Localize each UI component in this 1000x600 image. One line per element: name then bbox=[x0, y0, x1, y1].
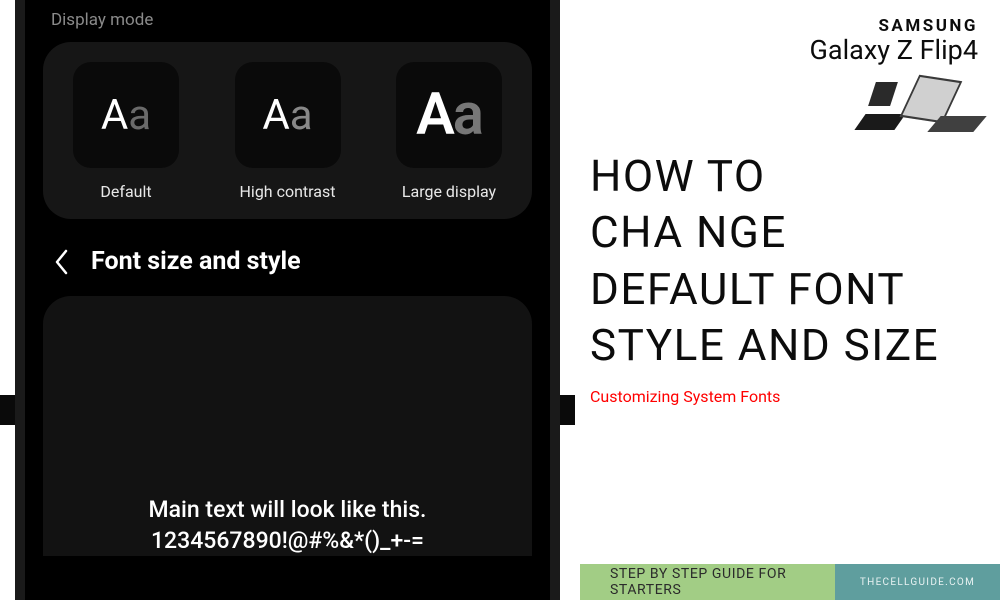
page-title: Font size and style bbox=[91, 247, 301, 276]
phone-hinge-notch-right bbox=[560, 395, 575, 425]
headline-line-2: CHA NGE bbox=[590, 204, 978, 260]
mode-option-large-display[interactable]: Aa Large display bbox=[396, 62, 502, 201]
mode-tile-default: Aa bbox=[73, 62, 179, 168]
sample-text-icon: Aa bbox=[101, 91, 151, 140]
sample-text-icon: Aa bbox=[416, 81, 482, 149]
samsung-logo: SAMSUNG bbox=[590, 16, 978, 36]
footer-guide-label: STEP BY STEP GUIDE FOR STARTERS bbox=[580, 564, 835, 600]
font-preview-card: Main text will look like this. 123456789… bbox=[43, 296, 532, 556]
preview-line-2: 1234567890!@#%&*()_+-= bbox=[149, 525, 427, 556]
info-panel: SAMSUNG Galaxy Z Flip4 HOW TO CHA NGE DE… bbox=[580, 0, 1000, 600]
mode-option-high-contrast[interactable]: Aa High contrast bbox=[235, 62, 341, 201]
headline-line-3: DEFAULT FONT bbox=[590, 261, 978, 317]
closed-phone-icon bbox=[860, 92, 904, 130]
back-icon[interactable] bbox=[53, 248, 69, 276]
mode-label-large-display: Large display bbox=[402, 182, 496, 201]
mode-tile-high-contrast: Aa bbox=[235, 62, 341, 168]
article-headline: HOW TO CHA NGE DEFAULT FONT STYLE AND SI… bbox=[590, 148, 978, 373]
mode-label-high-contrast: High contrast bbox=[240, 182, 336, 201]
headline-line-4: STYLE AND SIZE bbox=[590, 317, 978, 373]
mode-tile-large-display: Aa bbox=[396, 62, 502, 168]
footer-bar: STEP BY STEP GUIDE FOR STARTERS THECELLG… bbox=[580, 564, 1000, 600]
preview-text: Main text will look like this. 123456789… bbox=[149, 494, 427, 556]
brand-block: SAMSUNG Galaxy Z Flip4 bbox=[590, 16, 978, 66]
phone-frame: Display mode Aa Default Aa High contrast… bbox=[15, 0, 560, 600]
product-name: Galaxy Z Flip4 bbox=[590, 34, 978, 66]
mode-label-default: Default bbox=[100, 182, 151, 201]
device-illustration bbox=[590, 74, 974, 130]
display-mode-label: Display mode bbox=[51, 10, 532, 30]
preview-line-1: Main text will look like this. bbox=[149, 494, 427, 525]
nav-header: Font size and style bbox=[53, 247, 532, 276]
phone-hinge-notch-left bbox=[0, 395, 15, 425]
footer-site-label: THECELLGUIDE.COM bbox=[835, 564, 1000, 600]
display-mode-card: Aa Default Aa High contrast Aa Large dis… bbox=[43, 42, 532, 219]
mode-option-default[interactable]: Aa Default bbox=[73, 62, 179, 201]
open-phone-icon bbox=[914, 86, 974, 130]
phone-screen: Display mode Aa Default Aa High contrast… bbox=[25, 0, 550, 600]
headline-line-1: HOW TO bbox=[590, 148, 978, 204]
sample-text-icon: Aa bbox=[262, 91, 312, 140]
article-subhead: Customizing System Fonts bbox=[590, 387, 978, 406]
